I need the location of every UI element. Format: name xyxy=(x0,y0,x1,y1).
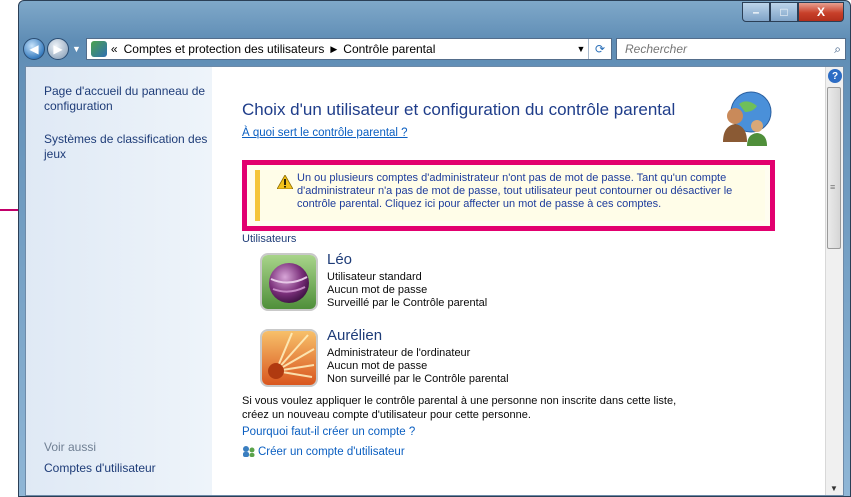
search-box[interactable]: ⌕ xyxy=(616,38,846,60)
avatar-leo[interactable] xyxy=(260,253,318,311)
control-panel-window: – □ X ◀ ▶ ▼ « Comptes et protection des … xyxy=(18,0,851,497)
user-tile-aurelien[interactable]: Aurélien Administrateur de l'ordinateur … xyxy=(260,327,660,399)
scrollbar-grip-icon: ≡ xyxy=(830,182,836,192)
no-password-warning-banner[interactable]: Un ou plusieurs comptes d'administrateur… xyxy=(242,160,775,231)
user-password-status: Aucun mot de passe xyxy=(327,284,428,296)
content-area: Page d'accueil du panneau de configurati… xyxy=(25,66,844,496)
users-heading: Utilisateurs xyxy=(242,233,297,245)
create-user-account-label[interactable]: Créer un compte d'utilisateur xyxy=(258,446,405,458)
caption-buttons: – □ X xyxy=(742,2,844,22)
purple-ball-avatar-icon xyxy=(262,255,316,309)
search-input[interactable] xyxy=(623,41,807,57)
main-panel: Choix d'un utilisateur et configuration … xyxy=(212,67,843,495)
vertical-scrollbar[interactable]: ? ≡ ▼ xyxy=(825,67,843,495)
breadcrumb-item-accounts[interactable]: Comptes et protection des utilisateurs xyxy=(124,42,325,56)
flower-avatar-icon xyxy=(262,331,316,385)
user-name[interactable]: Léo xyxy=(327,251,352,268)
add-user-info-text: Si vous voulez appliquer le contrôle par… xyxy=(242,395,677,421)
refresh-icon[interactable]: ⟳ xyxy=(588,39,611,59)
back-arrow-icon[interactable]: ◀ xyxy=(23,38,45,60)
search-icon[interactable]: ⌕ xyxy=(834,42,841,57)
help-link[interactable]: À quoi sert le contrôle parental ? xyxy=(242,127,408,139)
control-panel-icon xyxy=(90,41,107,57)
scrollbar-thumb[interactable] xyxy=(827,87,841,249)
page-title: Choix d'un utilisateur et configuration … xyxy=(242,100,676,119)
sidebar-link-user-accounts[interactable]: Comptes d'utilisateur xyxy=(44,461,209,476)
warning-triangle-icon xyxy=(277,175,293,189)
scroll-down-arrow-icon[interactable]: ▼ xyxy=(830,484,838,493)
user-password-status: Aucun mot de passe xyxy=(327,360,428,372)
add-users-icon xyxy=(243,446,255,457)
user-account-type: Administrateur de l'ordinateur xyxy=(327,347,471,359)
why-create-account-link[interactable]: Pourquoi faut-il créer un compte ? xyxy=(242,426,415,438)
user-monitoring-status: Surveillé par le Contrôle parental xyxy=(327,297,488,309)
breadcrumb-item-parental-control[interactable]: Contrôle parental xyxy=(343,42,435,56)
breadcrumb-overflow[interactable]: « xyxy=(111,42,118,56)
address-dropdown-chevron-icon[interactable]: ▼ xyxy=(573,39,589,59)
create-user-account-link[interactable]: Créer un compte d'utilisateur xyxy=(242,445,405,458)
title-bar: – □ X xyxy=(19,1,850,37)
warning-banner-body[interactable]: Un ou plusieurs comptes d'administrateur… xyxy=(255,170,765,221)
avatar-aurelien[interactable] xyxy=(260,329,318,387)
user-tile-leo[interactable]: Léo Utilisateur standard Aucun mot de pa… xyxy=(260,251,660,323)
user-monitoring-status: Non surveillé par le Contrôle parental xyxy=(327,373,509,385)
see-also-label: Voir aussi xyxy=(44,440,97,454)
sidebar-link-game-ratings[interactable]: Systèmes de classification des jeux xyxy=(44,132,209,162)
user-account-type: Utilisateur standard xyxy=(327,271,422,283)
sidebar-link-control-panel-home[interactable]: Page d'accueil du panneau de configurati… xyxy=(44,84,209,114)
warning-message[interactable]: Un ou plusieurs comptes d'administrateur… xyxy=(297,172,761,211)
user-name[interactable]: Aurélien xyxy=(327,327,382,344)
task-pane: Page d'accueil du panneau de configurati… xyxy=(26,67,212,495)
maximize-button[interactable]: □ xyxy=(770,2,798,22)
recent-pages-chevron-icon[interactable]: ▼ xyxy=(72,44,81,54)
breadcrumb-separator-icon[interactable]: ▶ xyxy=(330,44,337,55)
close-button[interactable]: X xyxy=(798,2,844,22)
address-bar[interactable]: « Comptes et protection des utilisateurs… xyxy=(85,38,612,60)
navigation-bar: ◀ ▶ ▼ « Comptes et protection des utilis… xyxy=(23,35,846,63)
minimize-button[interactable]: – xyxy=(742,2,770,22)
forward-arrow-icon[interactable]: ▶ xyxy=(47,38,69,60)
parental-controls-users-icon xyxy=(723,91,772,146)
help-question-icon[interactable]: ? xyxy=(828,69,842,83)
